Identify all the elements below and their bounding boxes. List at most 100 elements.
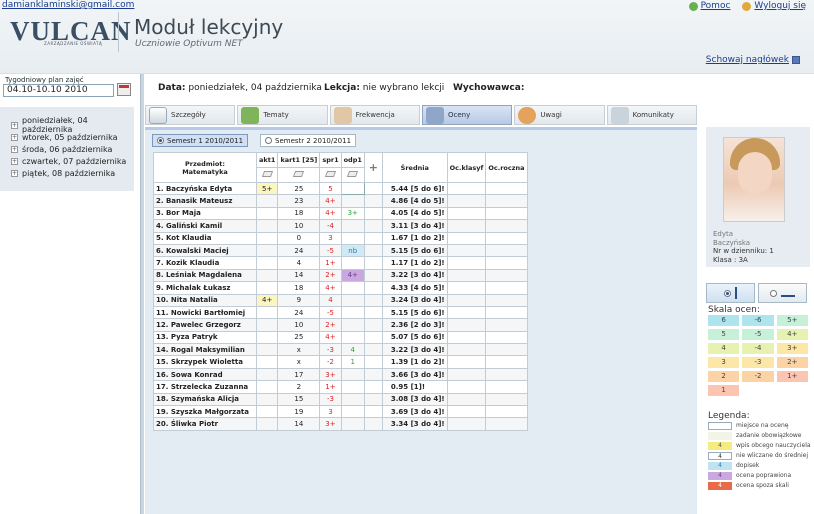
grade-cell[interactable] xyxy=(255,231,279,245)
grade-cell[interactable]: 14 xyxy=(277,268,321,283)
semester-2-option[interactable]: Semestr 2 2010/2011 xyxy=(260,134,357,147)
student-name-cell[interactable]: 12. Pawelec Grzegorz xyxy=(153,318,257,332)
student-name-cell[interactable]: 15. Skrzypek Wioletta xyxy=(153,355,257,369)
classification-grade-cell[interactable] xyxy=(446,281,487,295)
grade-scale-item[interactable]: -3 xyxy=(742,357,774,368)
classification-grade-cell[interactable] xyxy=(446,305,487,320)
grade-cell[interactable]: 18 xyxy=(277,281,321,295)
tab-details[interactable]: Szczegóły xyxy=(145,105,236,125)
grade-cell[interactable]: 2+ xyxy=(319,318,342,332)
annual-grade-cell[interactable] xyxy=(485,281,528,295)
grade-cell[interactable]: 4 xyxy=(340,343,365,357)
column-header[interactable]: spr1 xyxy=(319,152,342,168)
classification-grade-cell[interactable] xyxy=(446,206,487,221)
grade-cell[interactable]: 14 xyxy=(277,417,321,431)
grade-cell[interactable] xyxy=(255,343,279,357)
grade-cell[interactable]: 4+ xyxy=(340,268,365,283)
annual-grade-cell[interactable] xyxy=(485,355,528,369)
grade-cell[interactable] xyxy=(340,305,365,320)
student-name-cell[interactable]: 7. Kozik Klaudia xyxy=(153,256,257,270)
classification-grade-cell[interactable] xyxy=(446,392,487,407)
annual-grade-cell[interactable] xyxy=(485,181,528,196)
grade-scale-item[interactable]: 4+ xyxy=(776,329,808,340)
grade-cell[interactable]: -2 xyxy=(319,355,342,369)
annual-grade-cell[interactable] xyxy=(485,268,528,283)
student-name-cell[interactable]: 18. Szymańska Alicja xyxy=(153,392,257,407)
grade-cell[interactable] xyxy=(255,219,279,233)
grade-cell[interactable] xyxy=(255,268,279,283)
grade-cell[interactable]: -5 xyxy=(319,243,342,258)
grade-cell[interactable] xyxy=(340,219,365,233)
calendar-icon[interactable] xyxy=(117,83,131,96)
classification-grade-cell[interactable] xyxy=(446,367,487,382)
grade-scale-item[interactable]: 5 xyxy=(708,329,740,340)
grade-cell[interactable] xyxy=(255,367,279,382)
grade-scale-item[interactable]: 3+ xyxy=(776,343,808,354)
grade-scale-item[interactable]: -6 xyxy=(742,315,774,326)
grade-cell[interactable] xyxy=(340,330,365,345)
grade-cell[interactable] xyxy=(255,355,279,369)
grade-cell[interactable]: 3+ xyxy=(319,367,342,382)
grade-cell[interactable]: 9 xyxy=(277,293,321,307)
edit-column-button[interactable] xyxy=(319,167,342,183)
grade-cell[interactable] xyxy=(255,330,279,345)
classification-grade-cell[interactable] xyxy=(446,330,487,345)
mode-horizontal-button[interactable] xyxy=(758,283,807,303)
grade-cell[interactable]: 1 xyxy=(340,355,365,369)
grade-cell[interactable] xyxy=(255,318,279,332)
annual-grade-cell[interactable] xyxy=(485,206,528,221)
annual-grade-cell[interactable] xyxy=(485,194,528,208)
grade-cell[interactable] xyxy=(340,405,365,419)
day-item[interactable]: + wtorek, 05 października xyxy=(0,131,134,143)
classification-grade-cell[interactable] xyxy=(446,380,487,394)
grade-cell[interactable] xyxy=(340,181,365,196)
student-name-cell[interactable]: 8. Leśniak Magdalena xyxy=(153,268,257,283)
grade-cell[interactable] xyxy=(340,256,365,270)
help-link[interactable]: Pomoc xyxy=(688,1,730,11)
grade-cell[interactable]: 15 xyxy=(277,392,321,407)
classification-grade-cell[interactable] xyxy=(446,405,487,419)
annual-grade-cell[interactable] xyxy=(485,256,528,270)
grade-cell[interactable]: 10 xyxy=(277,219,321,233)
grade-cell[interactable]: -4 xyxy=(319,219,342,233)
grade-cell[interactable]: x xyxy=(277,355,321,369)
classification-grade-cell[interactable] xyxy=(446,293,487,307)
grade-cell[interactable]: 3+ xyxy=(340,206,365,221)
grade-cell[interactable]: 4 xyxy=(277,256,321,270)
grade-cell[interactable]: -3 xyxy=(319,343,342,357)
grade-cell[interactable] xyxy=(255,243,279,258)
classification-grade-cell[interactable] xyxy=(446,181,487,196)
classification-grade-cell[interactable] xyxy=(446,417,487,431)
annual-grade-cell[interactable] xyxy=(485,243,528,258)
grade-cell[interactable]: nb xyxy=(340,243,365,258)
column-header[interactable]: akt1 xyxy=(255,152,279,168)
annual-grade-cell[interactable] xyxy=(485,417,528,431)
student-name-cell[interactable]: 2. Banasik Mateusz xyxy=(153,194,257,208)
classification-grade-cell[interactable] xyxy=(446,194,487,208)
grade-scale-item[interactable]: 5+ xyxy=(776,315,808,326)
classification-grade-cell[interactable] xyxy=(446,318,487,332)
grade-scale-item[interactable]: 6 xyxy=(708,315,740,326)
annual-grade-cell[interactable] xyxy=(485,367,528,382)
semester-1-option[interactable]: Semestr 1 2010/2011 xyxy=(152,134,249,147)
grade-scale-item[interactable]: -4 xyxy=(742,343,774,354)
student-name-cell[interactable]: 9. Michalak Łukasz xyxy=(153,281,257,295)
grade-cell[interactable]: 4+ xyxy=(319,281,342,295)
tab-remarks[interactable]: Uwagi xyxy=(514,105,605,125)
grade-scale-item[interactable]: 2 xyxy=(708,371,740,382)
logout-link[interactable]: Wyloguj się xyxy=(742,1,806,11)
user-email-link[interactable]: damianklaminski@gmail.com xyxy=(2,0,134,10)
grade-scale-item[interactable]: -5 xyxy=(742,329,774,340)
student-name-cell[interactable]: 5. Kot Klaudia xyxy=(153,231,257,245)
day-item[interactable]: + czwartek, 07 października xyxy=(0,155,134,167)
grade-cell[interactable] xyxy=(340,281,365,295)
edit-column-button[interactable] xyxy=(277,167,321,183)
classification-grade-cell[interactable] xyxy=(446,256,487,270)
grade-cell[interactable] xyxy=(340,231,365,245)
grade-cell[interactable] xyxy=(255,305,279,320)
grade-cell[interactable]: 25 xyxy=(277,181,321,196)
student-name-cell[interactable]: 3. Bor Maja xyxy=(153,206,257,221)
student-name-cell[interactable]: 11. Nowicki Bartłomiej xyxy=(153,305,257,320)
grade-cell[interactable]: 17 xyxy=(277,367,321,382)
grade-cell[interactable] xyxy=(340,293,365,307)
